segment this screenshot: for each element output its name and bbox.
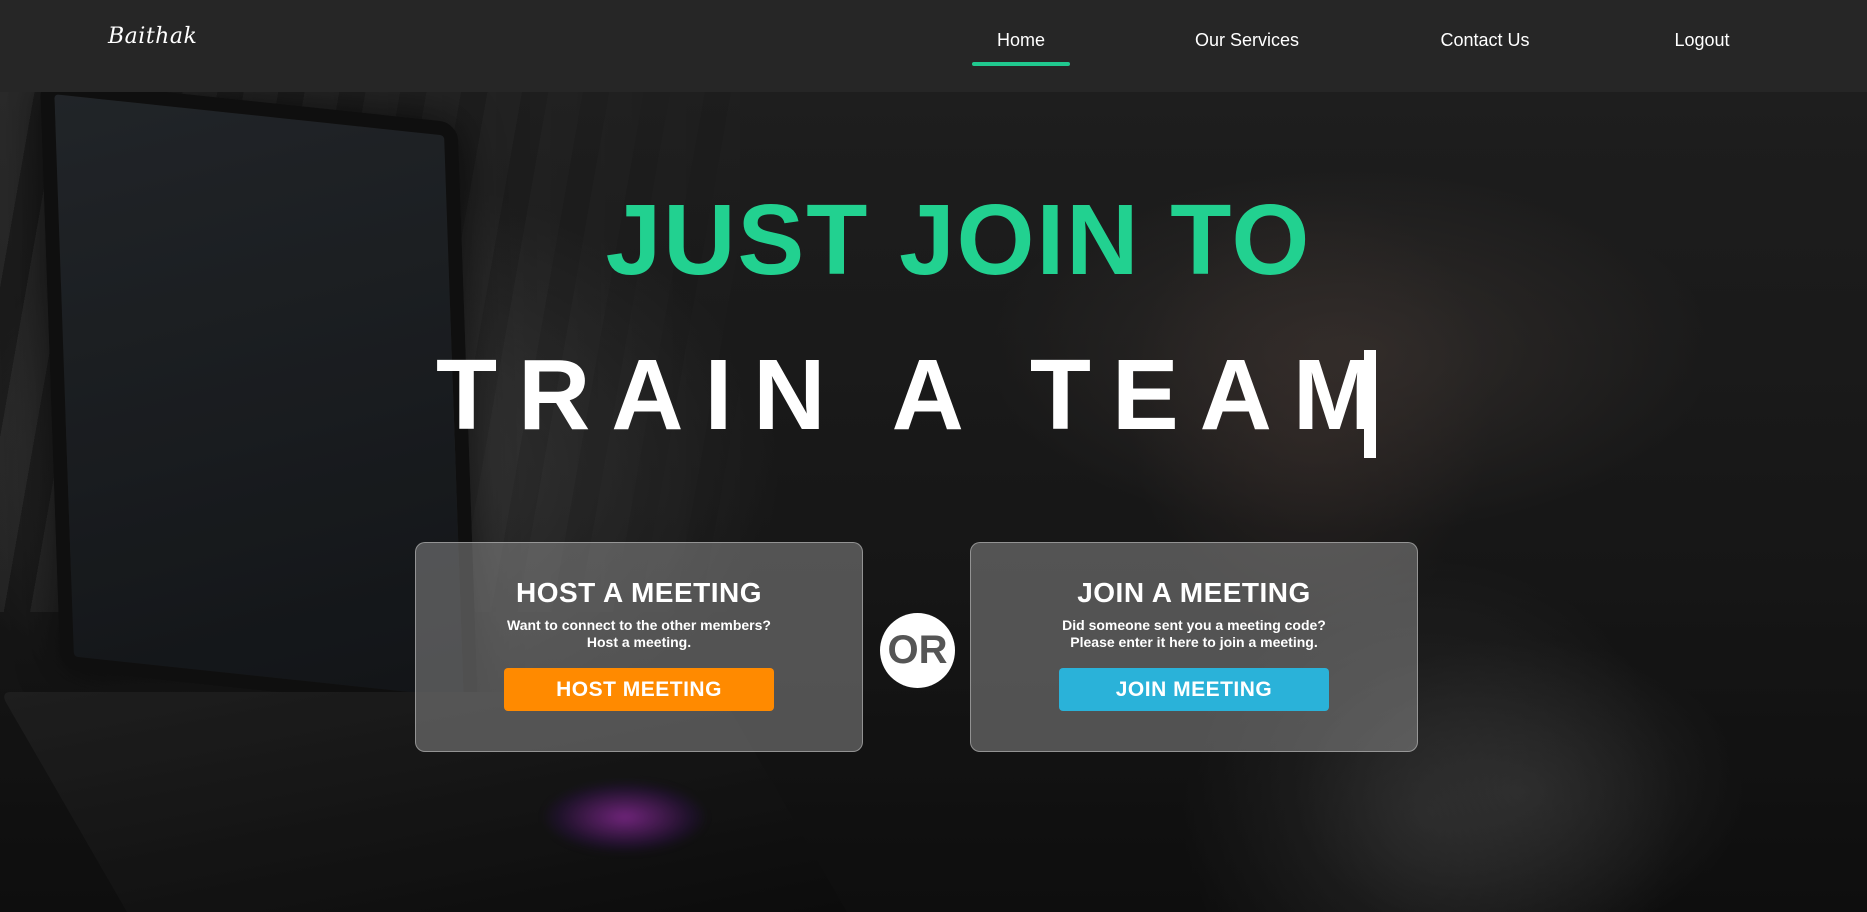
nav-item-contact-us[interactable]: Contact Us: [1430, 30, 1540, 51]
typing-cursor: [1364, 350, 1376, 458]
host-meeting-button[interactable]: HOST MEETING: [504, 668, 774, 711]
host-card-desc-line-1: Want to connect to the other members?: [507, 617, 771, 633]
host-card-desc-line-2: Host a meeting.: [586, 634, 692, 650]
nav-item-logout[interactable]: Logout: [1664, 30, 1740, 51]
active-nav-indicator: [972, 62, 1070, 66]
hero-headline-typing: TRAIN A TEAM: [436, 339, 1398, 451]
join-card-desc-line-2: Please enter it here to join a meeting.: [1070, 634, 1318, 650]
or-separator-badge: OR: [880, 613, 955, 688]
join-card-desc-line-1: Did someone sent you a meeting code?: [1062, 617, 1326, 633]
top-navbar: Baithak Home Our Services Contact Us Log…: [0, 0, 1867, 92]
hero-headline-primary: JUST JOIN TO: [605, 184, 1312, 296]
brand-logo[interactable]: Baithak: [108, 24, 197, 49]
nav-item-our-services[interactable]: Our Services: [1190, 30, 1304, 51]
host-card-description: Want to connect to the other members? Ho…: [416, 617, 862, 651]
join-meeting-button[interactable]: JOIN MEETING: [1059, 668, 1329, 711]
join-meeting-card: JOIN A MEETING Did someone sent you a me…: [970, 542, 1418, 752]
join-card-description: Did someone sent you a meeting code? Ple…: [971, 617, 1417, 651]
host-card-title: HOST A MEETING: [515, 577, 763, 608]
join-card-title: JOIN A MEETING: [1077, 577, 1311, 608]
nav-item-home[interactable]: Home: [972, 30, 1070, 51]
host-meeting-card: HOST A MEETING Want to connect to the ot…: [415, 542, 863, 752]
